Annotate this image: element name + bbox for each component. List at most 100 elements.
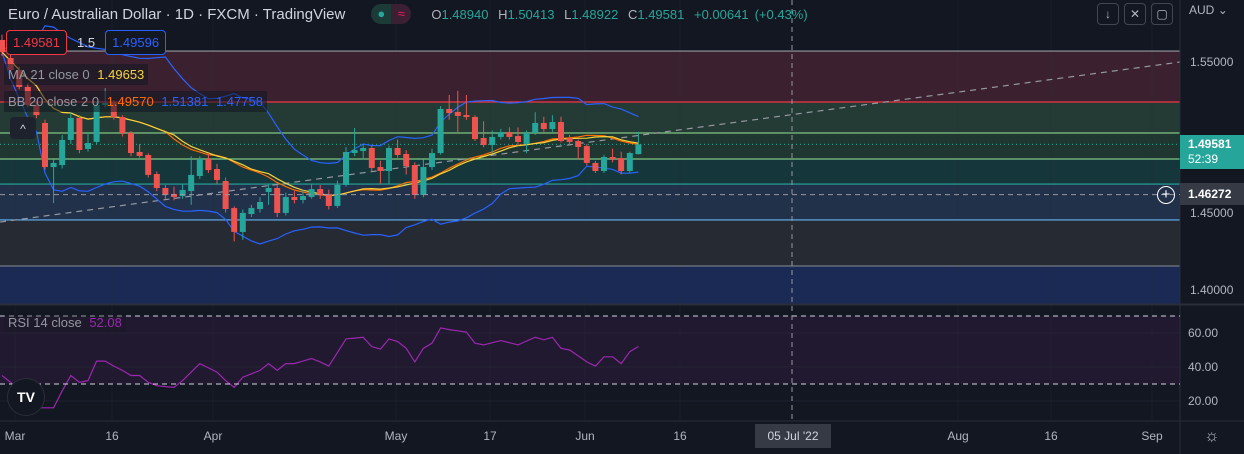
- candle-up: [334, 184, 341, 206]
- scroll-down-button[interactable]: ↓: [1097, 3, 1119, 25]
- change-value: +0.00641: [693, 6, 749, 22]
- time-tick: 16: [1044, 429, 1058, 443]
- time-tick: 17: [483, 429, 497, 443]
- change-percent: (+0.43%): [754, 6, 808, 22]
- rsi-band: [0, 316, 1180, 384]
- candle-down: [394, 148, 401, 156]
- candle-up: [308, 189, 315, 197]
- open-label: O: [431, 6, 442, 22]
- candle-up: [489, 136, 496, 145]
- candle-down: [506, 132, 513, 137]
- high-value: 1.50413: [507, 6, 555, 22]
- candle-up: [248, 208, 255, 214]
- candle-up: [265, 188, 272, 192]
- candle-up: [300, 196, 306, 201]
- price-tick: 1.40000: [1190, 283, 1234, 297]
- candle-down: [446, 108, 453, 114]
- candle-up: [626, 153, 633, 171]
- candle-down: [403, 153, 410, 166]
- legend-rsi[interactable]: RSI 14 close 52.08: [4, 313, 126, 332]
- candle-up: [67, 117, 74, 140]
- open-value: 1.48940: [441, 6, 489, 22]
- time-tick: Mar: [4, 429, 26, 443]
- rsi-tick: 60.00: [1188, 326, 1219, 340]
- low-value: 1.48922: [571, 6, 619, 22]
- candle-down: [463, 115, 470, 118]
- collapse-legend-button[interactable]: ^: [10, 117, 36, 139]
- candle-up: [85, 143, 91, 149]
- candle-up: [188, 174, 195, 192]
- bar-countdown: 52:39: [1188, 152, 1219, 166]
- trade-panel: 1.49581 1.5 1.49596: [6, 30, 167, 55]
- fib-zone: [0, 184, 1180, 220]
- chevron-down-icon: ⌄: [1217, 3, 1228, 17]
- candle-down: [153, 174, 160, 189]
- legend-ma[interactable]: MA 21 close 0 1.49653: [4, 64, 149, 85]
- status-pill[interactable]: ● ≈: [371, 4, 412, 24]
- candle-down: [583, 146, 590, 163]
- candle-up: [239, 212, 246, 232]
- candle-down: [136, 151, 143, 156]
- candle-up: [59, 139, 66, 166]
- legend-bb[interactable]: BB 20 close 2 0 1.49570 1.51381 1.47758: [4, 91, 267, 112]
- current-price: 1.49581: [1188, 137, 1232, 151]
- chart-canvas[interactable]: [0, 0, 1244, 454]
- time-tick: 16: [105, 429, 119, 443]
- crosshair-price-label: 1.46272: [1180, 183, 1244, 205]
- time-tick: 16: [673, 429, 687, 443]
- candle-down: [609, 157, 616, 159]
- ma-label: MA 21 close 0: [8, 67, 90, 82]
- add-plus-icon[interactable]: +: [1157, 186, 1175, 204]
- settings-gear-icon[interactable]: ☼: [1204, 426, 1220, 446]
- bb-upper-value: 1.51381: [161, 94, 209, 109]
- tradingview-logo[interactable]: TV: [7, 378, 45, 416]
- candle-down: [558, 122, 564, 142]
- market-open-dot-icon: ●: [371, 4, 392, 24]
- time-tick: May: [384, 429, 408, 443]
- fib-zone: [0, 158, 1180, 185]
- candle-down: [515, 136, 521, 142]
- rsi-value: 52.08: [89, 315, 122, 330]
- current-price-label: 1.49581 52:39: [1180, 135, 1244, 169]
- crosshair-date-label: 05 Jul '22: [755, 424, 831, 448]
- bb-label: BB 20 close 2 0: [8, 94, 100, 109]
- candle-up: [523, 132, 530, 144]
- rsi-tick: 40.00: [1188, 360, 1219, 374]
- candle-up: [257, 201, 263, 209]
- candle-down: [76, 117, 83, 151]
- candle-up: [360, 148, 367, 152]
- currency-label: AUD: [1189, 3, 1215, 17]
- rsi-tick: 20.00: [1188, 394, 1219, 408]
- symbol-title[interactable]: Euro / Australian Dollar · 1D · FXCM · T…: [8, 6, 345, 23]
- time-tick: Apr: [203, 429, 223, 443]
- sell-button[interactable]: 1.49581: [6, 30, 67, 55]
- bb-lower-value: 1.47758: [215, 94, 263, 109]
- bb-basis-value: 1.49570: [106, 94, 154, 109]
- candle-down: [145, 155, 152, 175]
- candle-up: [429, 153, 435, 168]
- candle-down: [231, 208, 238, 232]
- candle-down: [566, 138, 573, 142]
- candle-down: [325, 193, 332, 206]
- currency-select[interactable]: AUD ⌄: [1189, 3, 1228, 17]
- fib-zone: [0, 219, 1180, 266]
- rsi-label: RSI 14 close: [8, 315, 82, 330]
- buy-button[interactable]: 1.49596: [105, 30, 167, 55]
- candle-up: [420, 167, 427, 195]
- candle-down: [162, 188, 169, 195]
- candle-down: [411, 165, 418, 195]
- time-tick: Jun: [575, 429, 595, 443]
- candle-down: [368, 148, 375, 168]
- candle-down: [377, 167, 384, 171]
- candle-down: [274, 188, 281, 213]
- quantity[interactable]: 1.5: [77, 35, 95, 50]
- collapse-pane-button[interactable]: ✕: [1124, 3, 1146, 25]
- candle-down: [480, 138, 487, 145]
- ohlc-readout: O1.48940 H1.50413 L1.48922 C1.49581 +0.0…: [431, 7, 813, 22]
- ma-value: 1.49653: [97, 67, 145, 82]
- fib-zone: [0, 265, 1180, 304]
- candle-down: [575, 141, 582, 147]
- fullscreen-button[interactable]: ▢: [1151, 3, 1173, 25]
- price-tick: 1.45000: [1190, 206, 1234, 220]
- candle-up: [549, 122, 556, 130]
